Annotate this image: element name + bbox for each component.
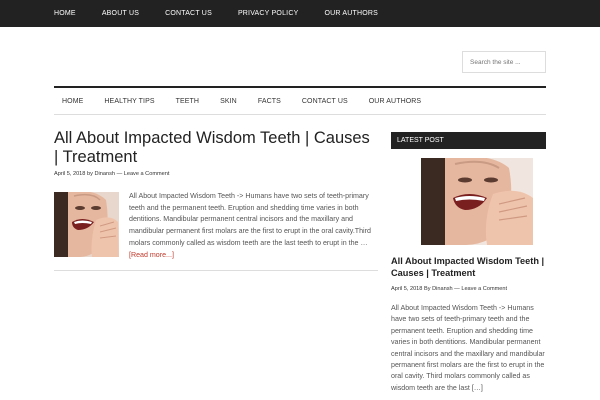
sidebar-post-by: By <box>423 286 431 292</box>
top-nav-home[interactable]: HOME <box>54 10 76 17</box>
main-nav-healthy-tips[interactable]: HEALTHY TIPS <box>104 98 154 105</box>
main-nav-skin[interactable]: SKIN <box>220 98 237 105</box>
read-more-link[interactable]: [Read more...] <box>129 251 174 259</box>
post-excerpt: All About Impacted Wisdom Teeth -> Human… <box>129 191 379 261</box>
widget-title: LATEST POST <box>391 132 546 149</box>
main-navigation-bar: HOME HEALTHY TIPS TEETH SKIN FACTS CONTA… <box>54 86 546 115</box>
sidebar-meta-separator: — <box>454 286 460 292</box>
top-nav-about-us[interactable]: ABOUT US <box>102 10 139 17</box>
post-meta: April 5, 2018 by Dinansh — Leave a Comme… <box>54 171 169 177</box>
main-nav-contact-us[interactable]: CONTACT US <box>302 98 348 105</box>
main-nav-our-authors[interactable]: OUR AUTHORS <box>369 98 421 105</box>
sidebar-post-date: April 5, 2018 <box>391 286 423 292</box>
toothache-woman-image <box>421 158 533 245</box>
post-meta-separator: — <box>116 171 123 177</box>
main-nav-home[interactable]: HOME <box>62 98 83 105</box>
top-nav-our-authors[interactable]: OUR AUTHORS <box>324 10 378 17</box>
top-nav-contact-us[interactable]: CONTACT US <box>165 10 212 17</box>
post-thumbnail[interactable] <box>54 192 119 257</box>
main-menu: HOME HEALTHY TIPS TEETH SKIN FACTS CONTA… <box>54 88 546 114</box>
toothache-woman-image <box>54 192 119 257</box>
sidebar-author-link[interactable]: Dinansh <box>432 286 453 292</box>
post-date: April 5, 2018 <box>54 171 86 177</box>
main-nav-teeth[interactable]: TEETH <box>176 98 199 105</box>
top-nav-privacy-policy[interactable]: PRIVACY POLICY <box>238 10 299 17</box>
post-by: by <box>86 171 93 177</box>
sidebar-comment-link[interactable]: Leave a Comment <box>461 286 507 292</box>
sidebar-post-title[interactable]: All About Impacted Wisdom Teeth | Causes… <box>391 255 551 279</box>
post-excerpt-text: All About Impacted Wisdom Teeth -> Human… <box>129 192 371 247</box>
post-title[interactable]: All About Impacted Wisdom Teeth | Causes… <box>54 129 374 167</box>
top-menu: HOME ABOUT US CONTACT US PRIVACY POLICY … <box>54 0 404 27</box>
post-author-link[interactable]: Dinansh <box>94 171 115 177</box>
sidebar-post-excerpt: All About Impacted Wisdom Teeth -> Human… <box>391 304 545 392</box>
post-divider <box>54 270 378 271</box>
main-nav-facts[interactable]: FACTS <box>258 98 281 105</box>
sidebar-post-image[interactable] <box>421 158 533 245</box>
post-comment-link[interactable]: Leave a Comment <box>124 171 170 177</box>
search-input[interactable] <box>462 51 546 73</box>
sidebar-post-meta: April 5, 2018 By Dinansh — Leave a Comme… <box>391 286 507 292</box>
top-navigation-bar: HOME ABOUT US CONTACT US PRIVACY POLICY … <box>0 0 600 27</box>
